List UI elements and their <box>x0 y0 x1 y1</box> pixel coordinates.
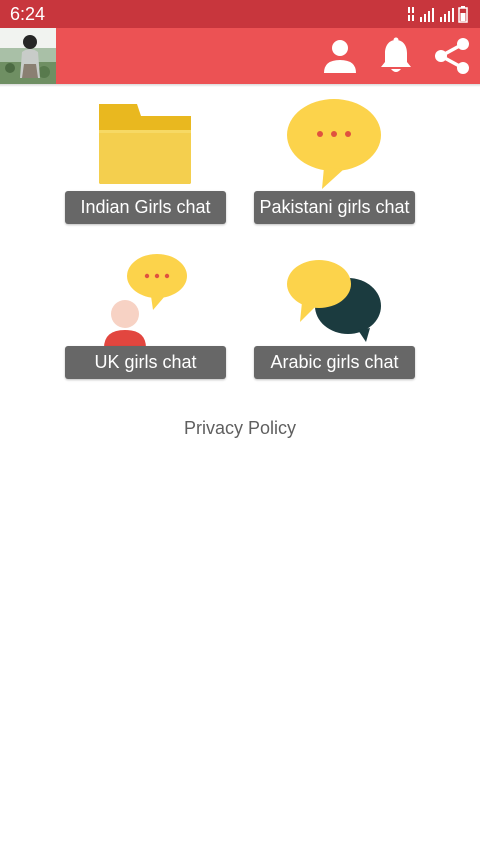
avatar[interactable] <box>0 28 56 84</box>
signal-icon <box>440 8 454 22</box>
bell-icon[interactable] <box>376 36 416 76</box>
speech-bubble-icon[interactable] <box>286 97 382 191</box>
privacy-policy-link[interactable]: Privacy Policy <box>0 416 480 440</box>
privacy-policy-label: Privacy Policy <box>183 418 297 438</box>
pakistani-girls-chat-label: Pakistani girls chat <box>259 197 410 217</box>
data-arrows-icon <box>408 7 414 21</box>
folder-icon[interactable] <box>97 102 193 186</box>
app-bar <box>0 28 480 84</box>
status-icons <box>406 5 472 23</box>
arabic-girls-chat-button[interactable]: Arabic girls chat <box>254 346 415 379</box>
conversation-bubbles-icon[interactable] <box>286 258 384 342</box>
uk-girls-chat-label: UK girls chat <box>94 352 197 372</box>
indian-girls-chat-button[interactable]: Indian Girls chat <box>65 191 226 224</box>
status-bar: 6:24 <box>0 0 480 28</box>
share-icon[interactable] <box>432 36 472 76</box>
battery-icon <box>458 6 468 23</box>
status-time: 6:24 <box>10 4 46 24</box>
arabic-girls-chat-label: Arabic girls chat <box>270 352 399 372</box>
pakistani-girls-chat-button[interactable]: Pakistani girls chat <box>254 191 415 224</box>
uk-girls-chat-button[interactable]: UK girls chat <box>65 346 226 379</box>
person-chat-icon[interactable] <box>103 252 189 348</box>
app-bar-divider <box>0 84 480 87</box>
signal-icon <box>420 8 434 22</box>
person-icon[interactable] <box>320 36 360 76</box>
indian-girls-chat-label: Indian Girls chat <box>80 197 211 217</box>
